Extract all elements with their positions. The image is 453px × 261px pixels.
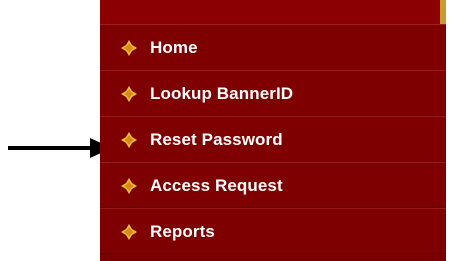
menu-item-reports[interactable]: Reports — [100, 208, 446, 254]
diamond-bullet-icon — [121, 224, 137, 240]
menu-item-home[interactable]: Home — [100, 24, 446, 70]
menu-item-label: Home — [150, 38, 198, 57]
menu-item-label: Lookup BannerID — [150, 84, 294, 103]
diamond-bullet-icon — [121, 40, 137, 56]
arrow-right-icon — [8, 138, 112, 158]
menu-item-access-request[interactable]: Access Request — [100, 162, 446, 208]
menu-item-label: Reset Password — [150, 130, 283, 149]
menu-item-content: Home — [120, 25, 198, 71]
menu-item-content: Access Request — [120, 163, 283, 209]
menu-item-reset-password[interactable]: Reset Password — [100, 116, 446, 162]
menu-item-label: Reports — [150, 222, 215, 241]
navigation-menu: Home Lookup BannerID Reset Password Acce… — [100, 0, 446, 261]
menu-item-content: Reports — [120, 209, 215, 255]
diamond-bullet-icon — [121, 132, 137, 148]
menu-item-label: Access Request — [150, 176, 283, 195]
menu-item-content: Lookup BannerID — [120, 71, 293, 117]
menu-list: Home Lookup BannerID Reset Password Acce… — [100, 24, 446, 254]
menu-header-bar — [100, 0, 446, 24]
diamond-bullet-icon — [121, 178, 137, 194]
diamond-bullet-icon — [121, 86, 137, 102]
menu-item-content: Reset Password — [120, 117, 283, 163]
screenshot-stage: Home Lookup BannerID Reset Password Acce… — [0, 0, 453, 261]
menu-header-accent — [440, 0, 446, 24]
menu-item-lookup-bannerid[interactable]: Lookup BannerID — [100, 70, 446, 116]
